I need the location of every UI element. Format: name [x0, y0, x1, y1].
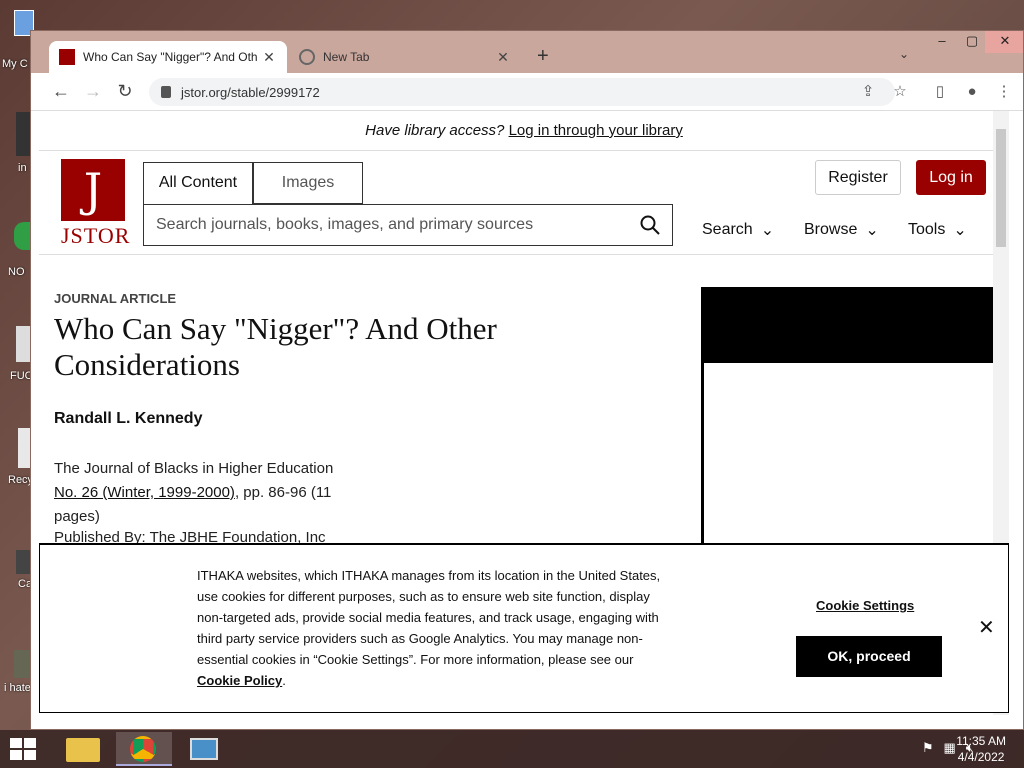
cookie-consent-banner: ITHAKA websites, which ITHAKA manages fr…	[39, 543, 1009, 713]
share-icon[interactable]: ⇪	[857, 81, 879, 103]
cookie-policy-link[interactable]: Cookie Policy	[197, 673, 282, 688]
close-tab-icon[interactable]: ✕	[495, 49, 511, 66]
chevron-down-icon: ⌄	[953, 222, 967, 239]
chrome-taskbar-icon[interactable]	[116, 732, 172, 766]
menu-kebab-icon[interactable]: ⋮	[993, 81, 1015, 103]
cookie-message: ITHAKA websites, which ITHAKA manages fr…	[197, 568, 661, 667]
forward-button[interactable]: →	[81, 80, 105, 104]
jstor-favicon-icon	[59, 49, 75, 65]
article-title: Who Can Say "Nigger"? And Other Consider…	[54, 311, 497, 382]
tools-menu-label: Tools	[908, 221, 946, 238]
minimize-button[interactable]: –	[927, 31, 957, 53]
search-menu-label: Search	[702, 221, 753, 238]
issue-link[interactable]: No. 26 (Winter, 1999-2000)	[54, 484, 235, 501]
ok-proceed-button[interactable]: OK, proceed	[796, 636, 942, 677]
network-icon[interactable]: ▦	[944, 740, 956, 756]
file-explorer-icon[interactable]	[56, 732, 112, 766]
maximize-button[interactable]: ▢	[957, 31, 987, 53]
preview-header-bar	[701, 287, 1009, 363]
bookmark-star-icon[interactable]: ☆	[889, 81, 911, 103]
tab-active[interactable]: Who Can Say "Nigger"? And Oth ✕	[49, 41, 287, 73]
taskbar: ⚑ ▦ 🔇︎ 11:35 AM 4/4/2022	[0, 730, 1024, 768]
search-icon[interactable]	[640, 215, 660, 235]
lock-icon	[161, 86, 171, 98]
jstor-emblem-icon: J	[61, 159, 125, 221]
search-placeholder: Search journals, books, images, and prim…	[156, 216, 534, 233]
tab-new-tab[interactable]: New Tab ✕	[289, 41, 521, 73]
banner-question: Have library access?	[365, 122, 505, 139]
tab-title: New Tab	[323, 50, 370, 64]
jstor-page: Have library access? Log in through your…	[39, 111, 1009, 715]
library-login-link[interactable]: Log in through your library	[509, 122, 683, 139]
chevron-down-icon: ⌄	[865, 222, 879, 239]
browser-window: Who Can Say "Nigger"? And Oth ✕ New Tab …	[30, 30, 1024, 730]
photos-taskbar-icon[interactable]	[176, 732, 232, 766]
clock-time: 11:35 AM	[956, 734, 1006, 748]
clock-date: 4/4/2022	[957, 750, 1005, 764]
back-button[interactable]: ←	[49, 80, 73, 104]
title-bar: Who Can Say "Nigger"? And Oth ✕ New Tab …	[31, 31, 1023, 73]
browser-toolbar: ← → ↻ jstor.org/stable/2999172 ⇪ ☆ ▯ ● ⋮	[31, 73, 1023, 111]
search-input[interactable]: Search journals, books, images, and prim…	[143, 204, 673, 246]
article-author[interactable]: Randall L. Kennedy	[54, 410, 202, 428]
tools-menu[interactable]: Tools ⌄	[908, 220, 967, 240]
library-access-banner: Have library access? Log in through your…	[39, 111, 1009, 151]
windows-start-icon[interactable]	[10, 738, 36, 760]
journal-info: The Journal of Blacks in Higher Educatio…	[54, 457, 354, 529]
side-panel-icon[interactable]: ▯	[929, 81, 951, 103]
chevron-down-icon: ⌄	[760, 222, 775, 239]
reload-button[interactable]: ↻	[113, 80, 137, 104]
journal-name[interactable]: The Journal of Blacks in Higher Educatio…	[54, 457, 354, 481]
cookie-settings-link[interactable]: Cookie Settings	[816, 598, 914, 613]
search-menu[interactable]: Search ⌄	[702, 220, 774, 240]
jstor-logo[interactable]: J JSTOR	[61, 159, 129, 249]
browse-menu-label: Browse	[804, 221, 858, 238]
cookie-text: ITHAKA websites, which ITHAKA manages fr…	[197, 568, 661, 688]
browse-menu[interactable]: Browse ⌄	[804, 220, 879, 240]
article-type: JOURNAL ARTICLE	[54, 291, 177, 306]
address-bar[interactable]: jstor.org/stable/2999172	[149, 78, 895, 106]
chrome-favicon-icon	[299, 49, 315, 65]
clock[interactable]: 11:35 AM 4/4/2022	[956, 733, 1006, 765]
tab-all-content[interactable]: All Content	[143, 162, 253, 204]
jstor-wordmark: JSTOR	[61, 223, 131, 248]
tab-images[interactable]: Images	[253, 162, 363, 204]
preview-panel	[701, 363, 1009, 563]
close-tab-icon[interactable]: ✕	[261, 49, 277, 66]
register-button[interactable]: Register	[815, 160, 901, 195]
flag-notification-icon[interactable]: ⚑	[922, 740, 934, 756]
login-button[interactable]: Log in	[916, 160, 986, 195]
profile-avatar-icon[interactable]: ●	[961, 81, 983, 103]
header-divider	[39, 254, 1009, 255]
tab-title: Who Can Say "Nigger"? And Oth	[83, 50, 258, 64]
url-text: jstor.org/stable/2999172	[181, 84, 320, 100]
close-icon[interactable]: ✕	[978, 615, 995, 640]
tab-search-chevron-icon[interactable]: ⌄	[899, 47, 909, 61]
new-tab-button[interactable]: +	[537, 45, 549, 68]
close-window-button[interactable]: ✕	[985, 31, 1023, 53]
